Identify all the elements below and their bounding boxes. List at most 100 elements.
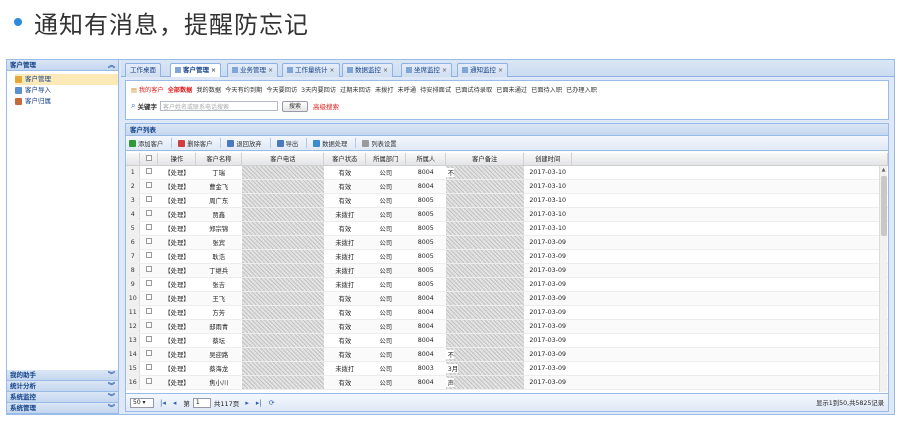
table-row[interactable]: 15 【处理】 蔡海龙 未拨打 公司 8003 3月 2017-03-09 [126,361,888,376]
row-action-link[interactable]: 【处理】 [157,305,196,320]
quick-filter[interactable]: 未拨打 [375,87,394,94]
quick-filter[interactable]: 过期未回访 [340,87,371,94]
collapse-up-icon[interactable]: ︽ [108,60,115,71]
close-icon[interactable]: × [211,67,216,74]
row-action-link[interactable]: 【处理】 [157,179,196,194]
sidebar-section-header[interactable]: 系统管理 ︾ [7,403,118,414]
column-header[interactable]: 客户电话 [241,153,325,166]
row-checkbox[interactable] [146,224,153,230]
toolbar-button[interactable]: 导出 [276,139,298,148]
tab-5[interactable]: 坐席监控 × [401,63,453,77]
column-header[interactable]: 客户备注 [445,153,525,166]
table-row[interactable]: 11 【处理】 方芳 有效 公司 8004 2017-03-09 [126,305,888,320]
table-row[interactable]: 5 【处理】 郑宗锦 有效 公司 8005 2017-03-10 [126,221,888,236]
column-header[interactable]: 客户状态 [323,153,367,166]
sidebar-section-header[interactable]: 统计分析 ︾ [7,381,118,392]
row-checkbox[interactable] [146,280,153,286]
expand-down-icon[interactable]: ︾ [108,370,115,381]
column-header[interactable] [139,153,159,166]
row-checkbox[interactable] [146,308,153,314]
row-checkbox[interactable] [146,336,153,342]
select-all-checkbox[interactable] [145,154,152,161]
quick-filter[interactable]: 我的客户 [139,87,164,94]
row-action-link[interactable]: 【处理】 [157,249,196,264]
row-action-link[interactable]: 【处理】 [157,361,196,376]
table-row[interactable]: 10 【处理】 王飞 有效 公司 8004 2017-03-09 [126,291,888,306]
row-action-link[interactable]: 【处理】 [157,207,196,222]
tab-0[interactable]: 工作桌面 [125,63,161,77]
tab-4[interactable]: 数据监控 × [342,63,394,77]
row-checkbox-cell[interactable] [139,193,158,208]
table-row[interactable]: 14 【处理】 吴迎路 有效 公司 8004 不 2017-03-09 [126,347,888,362]
scroll-thumb[interactable] [881,176,887,236]
quick-filter[interactable]: 今天要回访 [266,87,297,94]
close-icon[interactable]: × [330,67,335,74]
tab-1[interactable]: 客户管理 × [170,63,222,77]
close-icon[interactable]: × [383,67,388,74]
table-row[interactable]: 3 【处理】 周广东 有效 公司 8005 2017-03-10 [126,193,888,208]
column-header[interactable]: 创建时间 [523,153,573,166]
row-checkbox[interactable] [146,210,153,216]
row-action-link[interactable]: 【处理】 [157,319,196,334]
row-checkbox-cell[interactable] [139,375,158,390]
row-checkbox-cell[interactable] [139,235,158,250]
tab-2[interactable]: 业务管理 × [227,63,279,77]
scroll-up-icon[interactable]: ▲ [880,166,887,174]
toolbar-button[interactable]: 删除客户 [178,139,212,148]
close-icon[interactable]: × [442,67,447,74]
row-checkbox[interactable] [146,252,153,258]
table-row[interactable]: 1 【处理】 丁瑞 有效 公司 8004 不 2017-03-10 [126,165,888,180]
toolbar-button[interactable]: 列表设置 [362,139,397,148]
next-page-icon[interactable]: ▸ [245,399,249,407]
row-checkbox-cell[interactable] [139,347,158,362]
quick-filter[interactable]: 已办理入职 [566,87,597,94]
sidebar-section-header[interactable]: 客户管理 ︽ [7,60,118,71]
quick-filter[interactable]: 全部数据 [168,87,193,94]
table-row[interactable]: 12 【处理】 邸雨青 有效 公司 8004 2017-03-09 [126,319,888,334]
row-action-link[interactable]: 【处理】 [157,291,196,306]
sidebar-item[interactable]: 客户管理 [15,74,118,85]
row-action-link[interactable]: 【处理】 [157,193,196,208]
first-page-icon[interactable]: |◂ [160,399,166,407]
row-action-link[interactable]: 【处理】 [157,221,196,236]
tab-3[interactable]: 工作量统计 × [282,63,340,77]
table-row[interactable]: 9 【处理】 张吉 未拨打 公司 8005 2017-03-09 [126,277,888,292]
row-action-link[interactable]: 【处理】 [157,277,196,292]
quick-filter[interactable]: 待安排面试 [420,87,451,94]
row-checkbox-cell[interactable] [139,361,158,376]
quick-filter[interactable]: 已面待入职 [531,87,562,94]
quick-filter[interactable]: 今天有约到期 [225,87,262,94]
table-row[interactable]: 8 【处理】 丁继兵 未拨打 公司 8005 2017-03-09 [126,263,888,278]
toolbar-button[interactable]: 退回放弃 [227,139,262,148]
table-row[interactable]: 13 【处理】 蔡坛 有效 公司 8004 2017-03-09 [126,333,888,348]
page-number-input[interactable]: 1 [192,397,211,408]
row-action-link[interactable]: 【处理】 [157,333,196,348]
search-button[interactable]: 搜索 [281,100,308,112]
toolbar-button[interactable]: 添加客户 [129,139,163,148]
vertical-scrollbar[interactable]: ▲ [879,166,887,392]
row-checkbox-cell[interactable] [139,291,158,306]
row-checkbox-cell[interactable] [139,277,158,292]
column-header[interactable]: 客户名称 [195,153,243,166]
sidebar-item[interactable]: 客户归属 [15,96,118,107]
column-header[interactable]: 所属人 [405,153,447,166]
quick-filter[interactable]: 已面试待录取 [455,87,492,94]
refresh-icon[interactable]: ⟳ [269,399,275,407]
sidebar-section-header[interactable]: 我的助手 ︾ [7,370,118,381]
row-action-link[interactable]: 【处理】 [157,263,196,278]
column-header[interactable]: 所属部门 [365,153,407,166]
row-checkbox[interactable] [146,364,153,370]
toolbar-button[interactable]: 数据处理 [313,139,347,148]
row-checkbox[interactable] [146,294,153,300]
row-checkbox[interactable] [146,266,153,272]
quick-filter[interactable]: 我的数据 [196,87,221,94]
row-checkbox-cell[interactable] [139,319,158,334]
column-header[interactable]: 操作 [157,153,197,166]
row-checkbox-cell[interactable] [139,249,158,264]
row-action-link[interactable]: 【处理】 [157,165,196,180]
quick-filter[interactable]: 未呼通 [398,87,417,94]
expand-down-icon[interactable]: ︾ [108,403,115,414]
close-icon[interactable]: × [268,67,273,74]
tab-6[interactable]: 通知监控 × [457,63,509,77]
row-checkbox[interactable] [146,196,153,202]
